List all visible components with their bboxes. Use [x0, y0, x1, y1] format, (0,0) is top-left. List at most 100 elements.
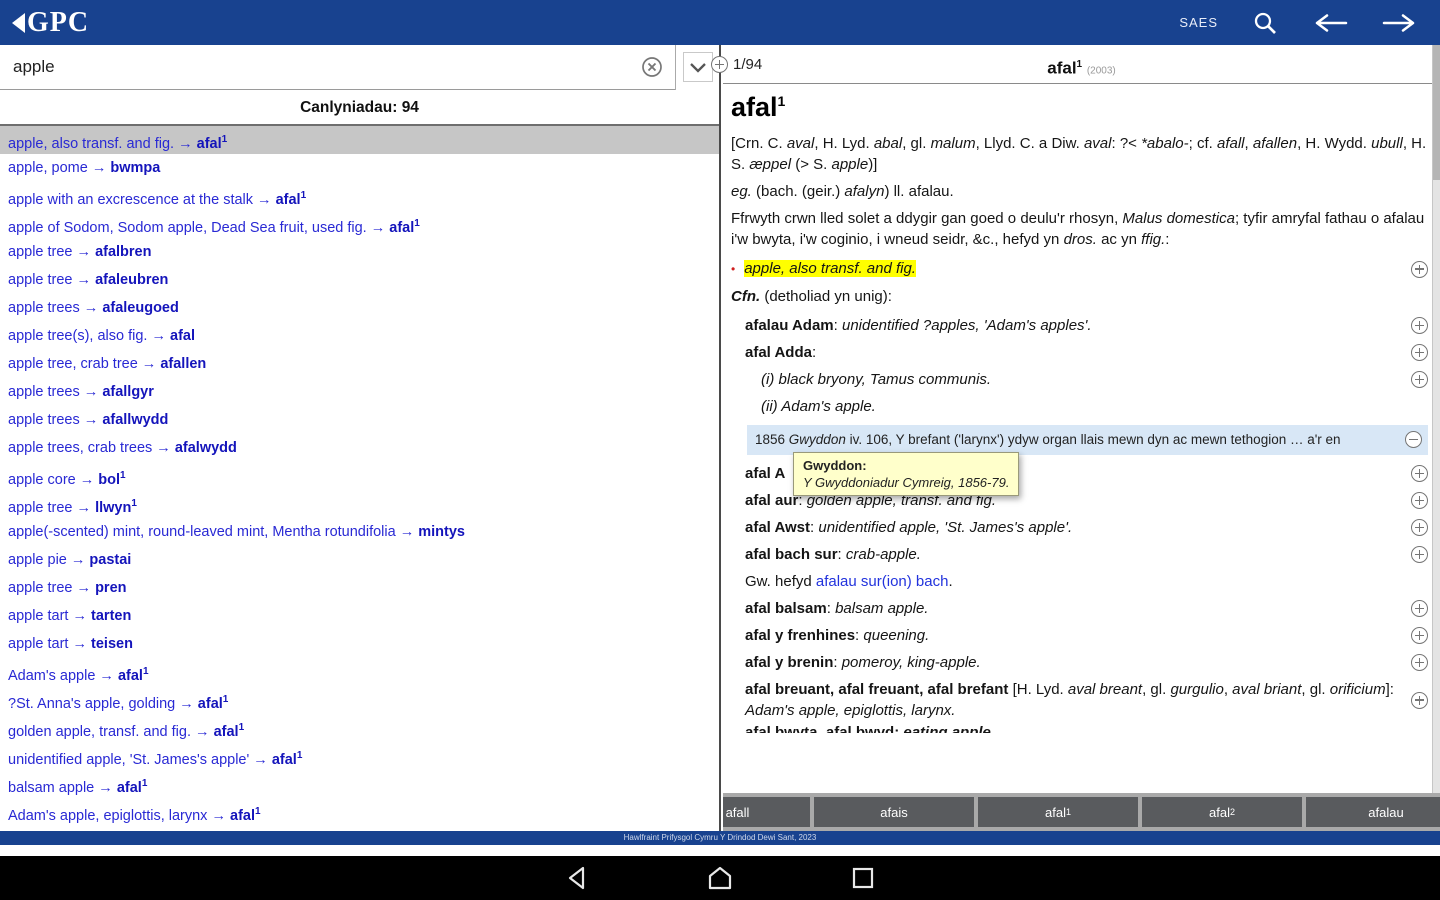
- result-row[interactable]: apple trees → afallwydd: [0, 406, 719, 434]
- result-row[interactable]: apple tart → teisen: [0, 630, 719, 658]
- text-segment: (detholiad yn unig):: [760, 288, 892, 305]
- sub-entry: afal bach sur: crab-apple.: [731, 541, 1428, 568]
- sub-entry: (ii) Adam's apple.: [731, 393, 1428, 420]
- scrollbar-thumb[interactable]: [1433, 45, 1440, 180]
- line-text: afal breuant, afal freuant, afal brefant…: [745, 679, 1403, 721]
- line-text: afal y frenhines: queening.: [745, 625, 1403, 646]
- results-count-header: Canlyniadau: 94: [0, 90, 719, 126]
- expand-icon[interactable]: [1411, 627, 1428, 644]
- text-segment: :: [812, 344, 816, 361]
- result-headword: afal: [389, 220, 414, 236]
- back-triangle-icon: [12, 13, 25, 33]
- result-row[interactable]: apple core → bol1: [0, 462, 719, 490]
- sub-entry: afal y frenhines: queening.: [731, 622, 1428, 649]
- arrow-icon: →: [80, 384, 103, 400]
- result-row[interactable]: unidentified apple, 'St. James's apple' …: [0, 742, 719, 770]
- result-row[interactable]: apple tree(s), also fig. → afal: [0, 322, 719, 350]
- result-row[interactable]: golden apple, transf. and fig. → afal1: [0, 714, 719, 742]
- android-recents-icon[interactable]: [850, 865, 876, 891]
- expand-icon[interactable]: [1411, 261, 1428, 278]
- expand-icon[interactable]: [1411, 654, 1428, 671]
- result-row[interactable]: apple tree → pren: [0, 574, 719, 602]
- result-row[interactable]: apple tart → tarten: [0, 602, 719, 630]
- result-description: apple tree: [8, 500, 73, 516]
- homograph-number: 1: [131, 498, 137, 509]
- search-bar: [0, 45, 719, 90]
- text-segment: (> S.: [791, 156, 831, 173]
- arrow-icon: →: [68, 608, 91, 624]
- language-toggle[interactable]: SAES: [1179, 15, 1218, 30]
- result-row[interactable]: apple trees, crab trees → afalwydd: [0, 434, 719, 462]
- result-row[interactable]: apple tree → afaleubren: [0, 266, 719, 294]
- result-row[interactable]: apple, pome → bwmpa: [0, 154, 719, 182]
- text-segment: afal y frenhines: [745, 627, 855, 644]
- entry-tab[interactable]: afalau: [1306, 797, 1440, 827]
- result-row[interactable]: apple trees → afaleugoed: [0, 294, 719, 322]
- result-headword: afal: [276, 192, 301, 208]
- tab-label: afal: [1045, 805, 1066, 820]
- entry-tab[interactable]: afais: [814, 797, 974, 827]
- search-input[interactable]: [0, 45, 629, 89]
- line-text: (i) black bryony, Tamus communis.: [761, 369, 1403, 390]
- arrow-icon: →: [73, 500, 96, 516]
- result-description: golden apple, transf. and fig.: [8, 724, 191, 740]
- result-row[interactable]: apple with an excrescence at the stalk →…: [0, 182, 719, 210]
- expand-icon[interactable]: [1411, 692, 1428, 709]
- line-text: afal Awst: unidentified apple, 'St. Jame…: [745, 517, 1403, 538]
- entry-tab[interactable]: afall: [723, 797, 810, 827]
- expand-icon[interactable]: [1411, 317, 1428, 334]
- expand-icon[interactable]: [1411, 546, 1428, 563]
- entry-tab[interactable]: afal1: [978, 797, 1138, 827]
- sense-line: •apple, also transf. and fig.: [731, 258, 1428, 280]
- arrow-icon: →: [152, 440, 175, 456]
- result-row[interactable]: Adam's apple, epiglottis, larynx → afal1: [0, 798, 719, 826]
- result-row[interactable]: apple tree, crab tree → afallen: [0, 350, 719, 378]
- arrow-icon: →: [396, 524, 419, 540]
- cross-reference-link[interactable]: afalau sur(ion) bach: [816, 573, 949, 590]
- android-home-icon[interactable]: [706, 865, 734, 891]
- collapse-icon[interactable]: [1405, 431, 1422, 448]
- expand-icon[interactable]: [1411, 600, 1428, 617]
- line-text: (ii) Adam's apple.: [761, 396, 1428, 417]
- result-row[interactable]: balsam apple → afal1: [0, 770, 719, 798]
- app-logo[interactable]: GPC: [12, 7, 89, 39]
- result-headword: afal: [272, 752, 297, 768]
- result-headword: pren: [95, 580, 126, 596]
- expand-icon[interactable]: [1411, 519, 1428, 536]
- result-row[interactable]: apple, also transf. and fig. → afal1: [0, 126, 719, 154]
- expand-entry-icon[interactable]: [711, 56, 728, 73]
- entry-paragraph: [Crn. C. aval, H. Lyd. abal, gl. malum, …: [731, 133, 1428, 175]
- entry-scrollbar[interactable]: [1432, 45, 1440, 793]
- text-segment: balsam apple.: [835, 600, 928, 617]
- text-segment: [H. Lyd.: [1008, 681, 1067, 698]
- result-row[interactable]: apple tree → llwyn1: [0, 490, 719, 518]
- citation-quote[interactable]: 1856 Gwyddon iv. 106, Y brefant ('larynx…: [747, 425, 1428, 455]
- result-row[interactable]: ?St. Anna's apple, golding → afal1: [0, 686, 719, 714]
- line-text: Gw. hefyd afalau sur(ion) bach.: [745, 571, 1428, 592]
- history-back-arrow-icon[interactable]: [1312, 12, 1348, 34]
- result-row[interactable]: Adam's apple → afal1: [0, 658, 719, 686]
- expand-icon[interactable]: [1411, 371, 1428, 388]
- text-segment: orificium: [1330, 681, 1386, 698]
- result-row[interactable]: apple pie → pastai: [0, 546, 719, 574]
- expand-icon[interactable]: [1411, 492, 1428, 509]
- text-segment: aval: [787, 135, 815, 152]
- line-text: afal Adda:: [745, 342, 1403, 363]
- result-row[interactable]: apple(-scented) mint, round-leaved mint,…: [0, 518, 719, 546]
- result-description: apple tree, crab tree: [8, 356, 138, 372]
- line-text: afal bwyta, afal bwyd: eating apple.: [745, 724, 1428, 733]
- expand-icon[interactable]: [1411, 465, 1428, 482]
- clear-search-button[interactable]: [629, 56, 675, 78]
- entry-tab[interactable]: afal2: [1142, 797, 1302, 827]
- result-row[interactable]: apple trees → afallgyr: [0, 378, 719, 406]
- homograph-number: 1: [297, 750, 303, 761]
- result-row[interactable]: apple tree → afalbren: [0, 238, 719, 266]
- android-back-icon[interactable]: [564, 865, 590, 891]
- text-segment: , H. Lyd.: [814, 135, 873, 152]
- result-headword: afal: [230, 808, 255, 824]
- search-icon[interactable]: [1252, 10, 1278, 36]
- history-forward-arrow-icon[interactable]: [1382, 12, 1418, 34]
- result-row[interactable]: apple of Sodom, Sodom apple, Dead Sea fr…: [0, 210, 719, 238]
- expand-icon[interactable]: [1411, 344, 1428, 361]
- text-segment: :: [1165, 231, 1169, 248]
